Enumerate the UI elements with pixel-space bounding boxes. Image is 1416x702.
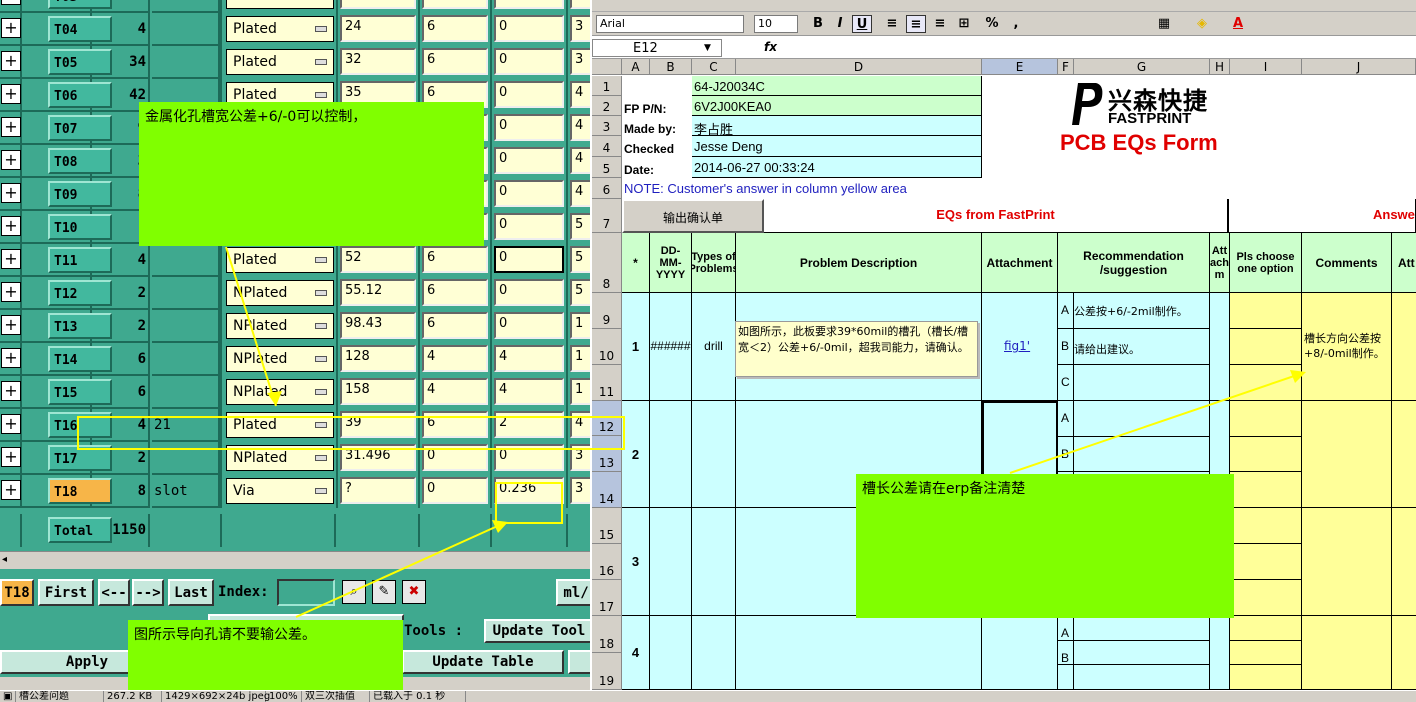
highlight-t16-row [77,416,625,450]
status-dimensions: 1429×692×24b jpeg [162,691,270,702]
screenshot-root: +T0346Via26333+T044Plated24603+T0534Plat… [0,0,1416,702]
status-filename: 槽公差问题 [16,691,104,702]
note-slot-length-tolerance: 槽长公差请在erp备注清楚 [856,474,1234,618]
note-plated-slot-tolerance: 金属化孔槽宽公差+6/-0可以控制， [139,102,484,246]
arrow-line-2 [1009,373,1301,474]
viewer-icon: ▣ [0,691,16,702]
status-zoom: 100% [266,691,302,702]
highlight-t18-value [495,482,563,524]
status-filesize: 267.2 KB [104,691,162,702]
arrow-line-1 [225,246,277,407]
arrow-head-1 [267,391,282,406]
image-viewer-statusbar: ▣ 槽公差问题 267.2 KB 1429×692×24b jpeg 100% … [0,690,1416,702]
note-guide-hole: 图所示导向孔请不要输公差。 [128,620,403,690]
arrow-line-3 [295,523,503,618]
status-interpolation: 双三次插值 [302,691,370,702]
status-loaded: 已载入于 0.1 秒 [370,691,466,702]
